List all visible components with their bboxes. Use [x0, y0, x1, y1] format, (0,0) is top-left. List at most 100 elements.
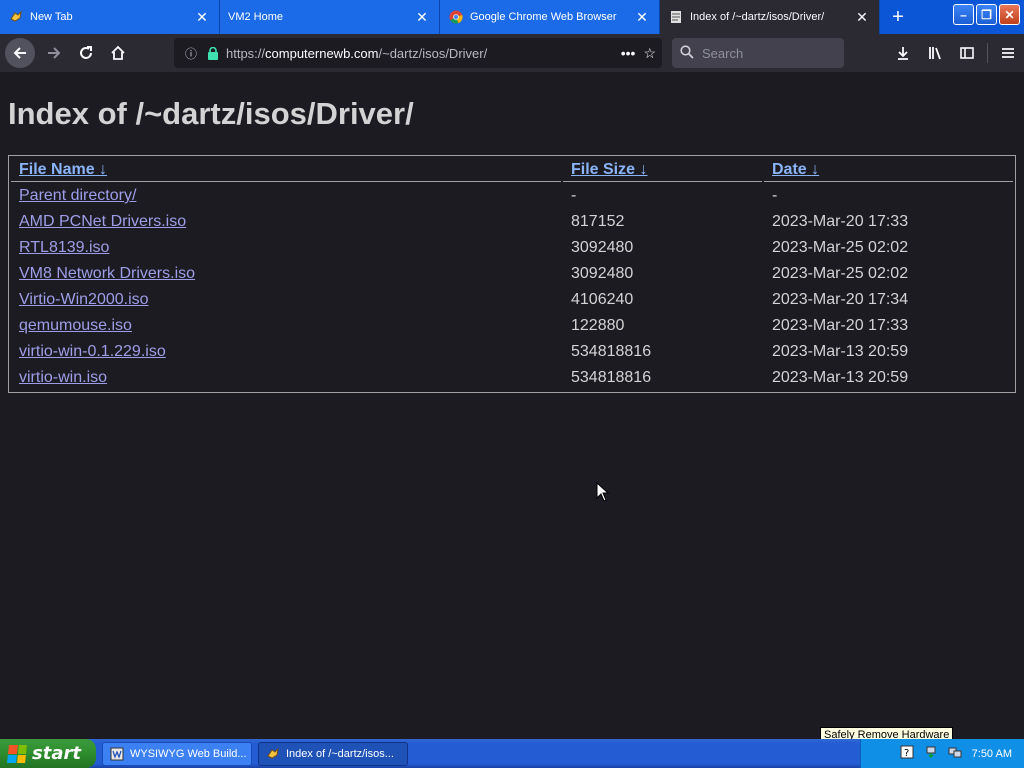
table-row: qemumouse.iso 122880 2023-Mar-20 17:33 [11, 314, 1013, 338]
info-icon[interactable]: ⓘ [182, 44, 200, 62]
search-input[interactable] [702, 45, 822, 61]
start-button[interactable]: start [0, 739, 96, 768]
network-icon[interactable] [948, 745, 962, 762]
tab-index-of-driver[interactable]: Index of /~dartz/isos/Driver/ ✕ [660, 0, 880, 34]
download-icon [898, 47, 908, 60]
table-row: Virtio-Win2000.iso 4106240 2023-Mar-20 1… [11, 288, 1013, 312]
restore-button[interactable]: ❐ [976, 4, 997, 25]
url-host: computernewb.com [265, 45, 379, 61]
mouse-cursor-icon [596, 482, 610, 502]
file-date: 2023-Mar-20 17:34 [772, 291, 909, 308]
safely-remove-hardware-icon[interactable] [924, 745, 938, 762]
file-size: 4106240 [571, 291, 634, 308]
url-actions: ••• ☆ [621, 45, 656, 62]
search-box[interactable] [672, 38, 844, 68]
tab-title: New Tab [30, 11, 73, 23]
file-size: 3092480 [571, 239, 634, 256]
column-label: File Size [571, 161, 636, 178]
file-link[interactable]: Virtio-Win2000.iso [19, 291, 149, 308]
page-actions-icon[interactable]: ••• [621, 45, 636, 61]
chrome-icon [448, 9, 464, 25]
file-link[interactable]: virtio-win.iso [19, 369, 107, 386]
menu-button[interactable] [992, 37, 1024, 69]
taskbar: start WYSIWYG Web Build... Index of /~da… [0, 739, 1024, 768]
home-button[interactable] [102, 37, 134, 69]
sort-by-date-link[interactable]: Date ↓ [772, 161, 819, 178]
file-size: 817152 [571, 213, 625, 230]
file-size: 3092480 [571, 265, 634, 282]
close-tab-icon[interactable]: ✕ [851, 6, 873, 28]
close-tab-icon[interactable]: ✕ [191, 6, 213, 28]
reload-button[interactable] [70, 37, 102, 69]
table-row: virtio-win.iso 534818816 2023-Mar-13 20:… [11, 366, 1013, 390]
sort-arrow-icon: ↓ [639, 161, 648, 178]
downloads-button[interactable] [887, 37, 919, 69]
taskbar-item-label: WYSIWYG Web Build... [130, 747, 247, 760]
chicken-icon [8, 9, 24, 25]
file-link[interactable]: Parent directory/ [19, 187, 136, 204]
tab-new-tab[interactable]: New Tab ✕ [0, 0, 220, 34]
svg-text:?: ? [904, 748, 909, 759]
page-icon [668, 9, 684, 25]
column-header-file-name: File Name ↓ [11, 158, 561, 182]
library-icon [929, 47, 941, 60]
bookmark-star-icon[interactable]: ☆ [643, 45, 656, 62]
taskbar-item-wysiwyg[interactable]: WYSIWYG Web Build... [102, 741, 252, 766]
sort-by-size-link[interactable]: File Size ↓ [571, 161, 647, 178]
lock-icon[interactable] [204, 44, 222, 62]
arrow-right-icon [48, 47, 61, 59]
address-bar[interactable]: ⓘ https://computernewb.com/~dartz/isos/D… [174, 38, 662, 68]
toolbar-right [887, 38, 1024, 68]
windows-flag-icon [7, 744, 27, 763]
tab-vm2-home[interactable]: VM2 Home ✕ [220, 0, 440, 34]
file-size: 122880 [571, 317, 625, 334]
firefox-icon [265, 746, 281, 762]
url-text[interactable]: https://computernewb.com/~dartz/isos/Dri… [226, 46, 621, 61]
back-button[interactable] [5, 38, 35, 68]
help-icon[interactable]: ? [900, 745, 914, 762]
file-link[interactable]: qemumouse.iso [19, 317, 132, 334]
library-button[interactable] [919, 37, 951, 69]
minimize-button[interactable]: – [953, 4, 974, 25]
sidebar-button[interactable] [951, 37, 983, 69]
taskbar-item-browser[interactable]: Index of /~dartz/isos... [258, 741, 408, 766]
tab-title: VM2 Home [228, 11, 284, 23]
system-tray: ? 7:50 AM [860, 739, 1024, 768]
new-tab-button[interactable]: + [880, 0, 916, 34]
column-header-date: Date ↓ [764, 158, 1013, 182]
sort-arrow-icon: ↓ [811, 161, 820, 178]
close-tab-icon[interactable]: ✕ [411, 6, 433, 28]
tab-title: Index of /~dartz/isos/Driver/ [690, 11, 825, 23]
reload-icon [80, 46, 92, 59]
file-date: 2023-Mar-13 20:59 [772, 343, 909, 360]
table-row: RTL8139.iso 3092480 2023-Mar-25 02:02 [11, 236, 1013, 260]
file-link[interactable]: AMD PCNet Drivers.iso [19, 213, 186, 230]
file-link[interactable]: RTL8139.iso [19, 239, 109, 256]
file-listing-table: File Name ↓ File Size ↓ Date ↓ Parent di… [8, 155, 1016, 393]
arrow-left-icon [13, 47, 26, 59]
url-path: /~dartz/isos/Driver/ [378, 45, 488, 61]
clock[interactable]: 7:50 AM [972, 748, 1012, 760]
close-tab-icon[interactable]: ✕ [631, 6, 653, 28]
sidebar-icon [960, 47, 974, 59]
file-date: 2023-Mar-20 17:33 [772, 317, 909, 334]
navigation-toolbar: ⓘ https://computernewb.com/~dartz/isos/D… [0, 34, 1024, 72]
sort-by-name-link[interactable]: File Name ↓ [19, 161, 107, 178]
file-link[interactable]: VM8 Network Drivers.iso [19, 265, 195, 282]
file-date: 2023-Mar-20 17:33 [772, 213, 909, 230]
hamburger-menu-icon [1002, 48, 1014, 58]
file-link[interactable]: virtio-win-0.1.229.iso [19, 343, 166, 360]
tab-chrome[interactable]: Google Chrome Web Browser ✕ [440, 0, 660, 34]
wysiwyg-icon [109, 746, 125, 762]
taskbar-item-label: Index of /~dartz/isos... [286, 747, 394, 760]
file-size: - [571, 187, 577, 204]
file-size: 534818816 [571, 343, 652, 360]
column-header-file-size: File Size ↓ [563, 158, 762, 182]
file-date: 2023-Mar-25 02:02 [772, 265, 909, 282]
table-row: virtio-win-0.1.229.iso 534818816 2023-Ma… [11, 340, 1013, 364]
tab-strip: New Tab ✕ VM2 Home ✕ Google Chrome Web B… [0, 0, 1024, 34]
close-window-button[interactable]: ✕ [999, 4, 1020, 25]
forward-button[interactable] [38, 37, 70, 69]
file-date: 2023-Mar-25 02:02 [772, 239, 909, 256]
sort-arrow-icon: ↓ [99, 161, 108, 178]
